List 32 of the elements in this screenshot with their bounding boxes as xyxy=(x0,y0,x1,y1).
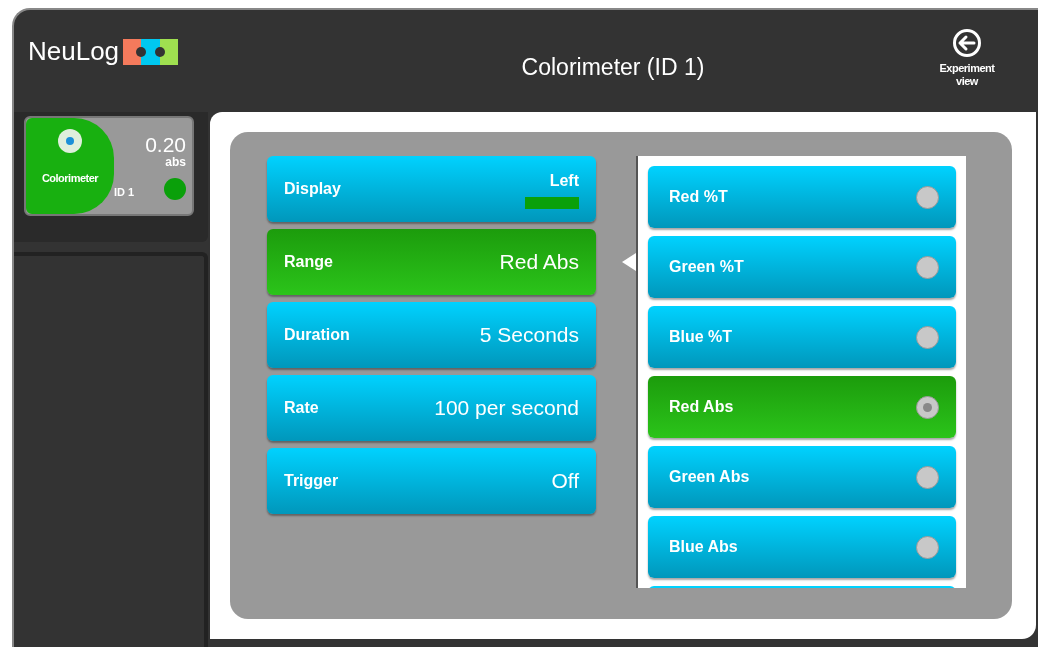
setting-button[interactable]: Rate 100 per second xyxy=(267,375,596,441)
setting-button[interactable]: Duration 5 Seconds xyxy=(267,302,596,368)
option-button[interactable]: Red Abs xyxy=(648,376,956,438)
sensor-value: 0.20 xyxy=(145,134,186,156)
radio-icon xyxy=(916,325,939,349)
option-button[interactable]: Red %T xyxy=(648,166,956,228)
radio-icon xyxy=(916,185,939,209)
sensor-name: Colorimeter xyxy=(41,171,99,186)
logo-text: NeuLog xyxy=(28,35,120,68)
setting-value: Left xyxy=(549,171,579,191)
sensor-icon xyxy=(57,128,83,154)
option-button[interactable]: Green Abs xyxy=(648,446,956,508)
setting-value: Off xyxy=(551,468,579,495)
setting-button[interactable]: Trigger Off xyxy=(267,448,596,514)
sensor-unit: abs xyxy=(165,156,186,168)
option-button[interactable]: Blue Abs xyxy=(648,516,956,578)
setting-value: Red Abs xyxy=(499,249,579,276)
radio-icon xyxy=(916,535,939,559)
setting-button[interactable]: Display Left xyxy=(267,156,596,222)
logo-icon xyxy=(123,38,179,65)
setting-value: 100 per second xyxy=(434,395,579,422)
setting-value: 5 Seconds xyxy=(479,322,579,349)
option-button[interactable]: Blue %T xyxy=(648,306,956,368)
sensor-id: ID 1 xyxy=(114,184,135,200)
radio-icon xyxy=(916,255,939,279)
option-button[interactable]: Green %T xyxy=(648,236,956,298)
radio-icon xyxy=(916,395,939,419)
setting-button[interactable]: Range Red Abs xyxy=(267,229,596,295)
experiment-view-button[interactable]: Experiment view xyxy=(912,28,1022,88)
radio-icon xyxy=(916,465,939,489)
window-title: Colorimeter (ID 1) xyxy=(521,53,705,82)
sensor-card[interactable]: Colorimeter 0.20 abs ID 1 xyxy=(24,116,194,216)
